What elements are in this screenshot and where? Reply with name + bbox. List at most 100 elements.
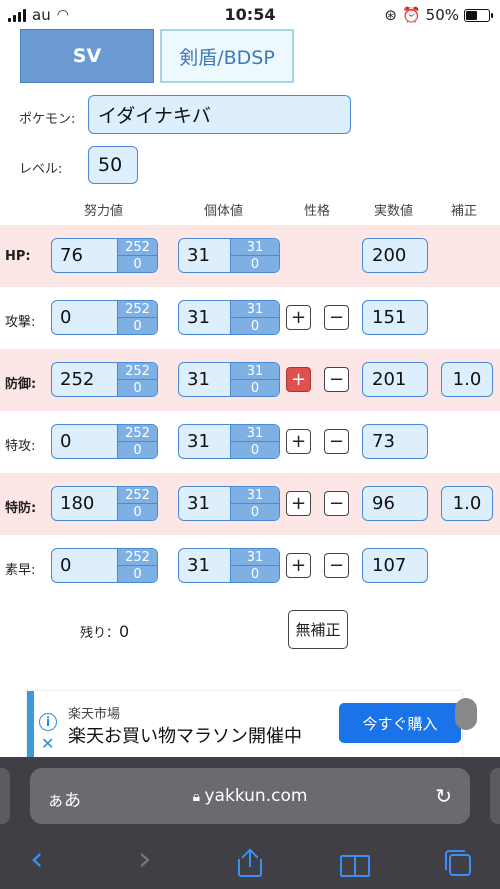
ev-max-button[interactable]: 252 [118,363,157,380]
nature-minus-button[interactable]: − [324,491,349,516]
multiplier-value[interactable]: 1.0 [441,362,493,397]
actual-value[interactable]: 201 [362,362,428,397]
iv-min-button[interactable]: 0 [231,380,279,396]
ev-value[interactable]: 0 [52,301,117,334]
prev-tab-edge[interactable] [0,768,10,824]
scroll-handle[interactable] [455,698,477,730]
iv-max-button[interactable]: 31 [231,363,279,380]
actual-value[interactable]: 200 [362,238,428,273]
ev-input[interactable]: 0 252 0 [51,548,158,583]
nature-minus-button[interactable]: − [324,305,349,330]
ev-min-button[interactable]: 0 [118,256,157,272]
iv-input[interactable]: 31 31 0 [178,424,280,459]
pokemon-label: ポケモン: [19,112,76,127]
iv-min-button[interactable]: 0 [231,256,279,272]
ad-buy-button[interactable]: 今すぐ購入 [339,703,461,743]
ev-input[interactable]: 0 252 0 [51,424,158,459]
ev-value[interactable]: 0 [52,425,117,458]
ev-max-button[interactable]: 252 [118,549,157,566]
ev-input[interactable]: 252 252 0 [51,362,158,397]
nature-plus-button[interactable]: + [286,491,311,516]
share-icon[interactable] [238,848,262,877]
iv-value[interactable]: 31 [179,301,230,334]
iv-input[interactable]: 31 31 0 [178,362,280,397]
stat-row-sp-attack: 特攻: 0 252 0 31 31 0 + − 73 [0,411,500,473]
ev-min-button[interactable]: 0 [118,566,157,582]
ev-value[interactable]: 180 [52,487,117,520]
stat-row-sp-defense: 特防: 180 252 0 31 31 0 + − 96 1.0 [0,473,500,535]
ev-max-button[interactable]: 252 [118,487,157,504]
ev-max-button[interactable]: 252 [118,425,157,442]
multiplier-value[interactable]: 1.0 [441,486,493,521]
stat-label: 特攻: [5,439,36,454]
iv-value[interactable]: 31 [179,239,230,272]
url-display[interactable]: 🔒︎ yakkun.com [30,786,470,806]
nature-plus-button[interactable]: + [286,367,311,392]
iv-input[interactable]: 31 31 0 [178,548,280,583]
iv-input[interactable]: 31 31 0 [178,486,280,521]
ev-max-button[interactable]: 252 [118,301,157,318]
nature-plus-button[interactable]: + [286,305,311,330]
lock-icon: 🔒︎ [192,789,205,805]
status-bar: au ◠ 10:54 ⊛ ⏰ 50% [0,0,500,30]
iv-min-button[interactable]: 0 [231,442,279,458]
nature-plus-button[interactable]: + [286,553,311,578]
iv-input[interactable]: 31 31 0 [178,300,280,335]
actual-value[interactable]: 96 [362,486,428,521]
ev-min-button[interactable]: 0 [118,380,157,396]
iv-min-button[interactable]: 0 [231,504,279,520]
iv-value[interactable]: 31 [179,549,230,582]
ev-input[interactable]: 180 252 0 [51,486,158,521]
ev-value[interactable]: 0 [52,549,117,582]
level-input[interactable]: 50 [88,146,138,184]
nature-minus-button[interactable]: − [324,553,349,578]
iv-max-button[interactable]: 31 [231,487,279,504]
ev-value[interactable]: 76 [52,239,117,272]
iv-min-button[interactable]: 0 [231,318,279,334]
address-bar[interactable]: ぁあ 🔒︎ yakkun.com ↻ [30,768,470,824]
ev-input[interactable]: 0 252 0 [51,300,158,335]
reload-icon[interactable]: ↻ [435,784,452,808]
no-adjust-button[interactable]: 無補正 [288,610,348,649]
bookmarks-icon[interactable] [340,855,370,877]
ev-max-button[interactable]: 252 [118,239,157,256]
iv-input[interactable]: 31 31 0 [178,238,280,273]
actual-value[interactable]: 151 [362,300,428,335]
ev-min-button[interactable]: 0 [118,442,157,458]
stat-label: 防御: [5,377,37,392]
stat-row-speed: 素早: 0 252 0 31 31 0 + − 107 [0,535,500,597]
actual-value[interactable]: 107 [362,548,428,583]
nature-minus-button[interactable]: − [324,367,349,392]
stat-label: 素早: [5,563,36,578]
remaining-label: 残り： [80,626,120,641]
iv-value[interactable]: 31 [179,487,230,520]
iv-value[interactable]: 31 [179,425,230,458]
iv-min-button[interactable]: 0 [231,566,279,582]
ev-value[interactable]: 252 [52,363,117,396]
iv-max-button[interactable]: 31 [231,239,279,256]
next-tab-edge[interactable] [490,768,500,824]
actual-value[interactable]: 73 [362,424,428,459]
nature-plus-button[interactable]: + [286,429,311,454]
tab-bdsp[interactable]: 剣盾/BDSP [160,29,294,83]
ev-input[interactable]: 76 252 0 [51,238,158,273]
back-button[interactable]: ‹ [30,839,44,879]
ev-min-button[interactable]: 0 [118,318,157,334]
nature-minus-button[interactable]: − [324,429,349,454]
iv-max-button[interactable]: 31 [231,425,279,442]
ad-banner[interactable]: i ✕ 楽天市場 楽天お買い物マラソン開催中 今すぐ購入 [27,691,462,757]
pokemon-input[interactable]: イダイナキバ [88,95,351,134]
iv-max-button[interactable]: 31 [231,549,279,566]
iv-value[interactable]: 31 [179,363,230,396]
remaining-ev: 残り：0 [80,622,129,641]
ev-min-button[interactable]: 0 [118,504,157,520]
tab-sv[interactable]: SV [20,29,154,83]
close-icon[interactable]: ✕ [41,734,54,753]
tabs-icon[interactable] [445,850,471,876]
forward-button[interactable]: › [138,839,152,879]
iv-max-button[interactable]: 31 [231,301,279,318]
browser-toolbar: ぁあ 🔒︎ yakkun.com ↻ ‹ › [0,757,500,889]
ad-advertiser: 楽天市場 [68,707,121,722]
header-ev: 努力値 [84,204,124,219]
info-icon[interactable]: i [39,713,57,731]
